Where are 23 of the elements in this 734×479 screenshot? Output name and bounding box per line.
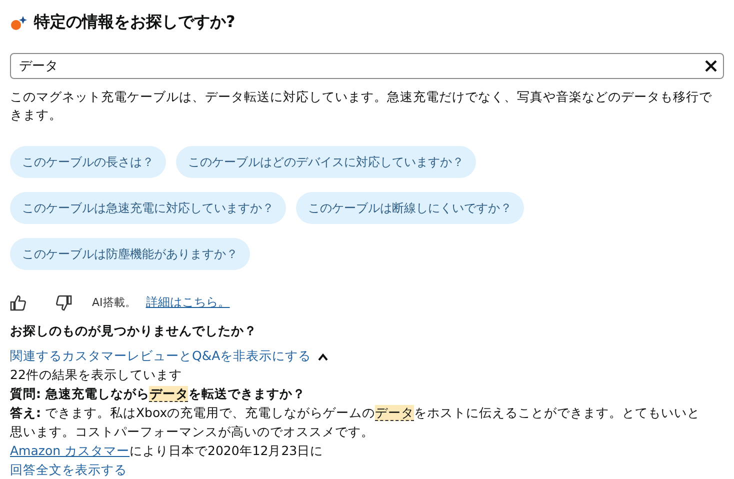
not-found-heading: お探しのものが見つかりませんでしたか？ [10, 323, 258, 340]
thumbs-up-icon[interactable] [10, 294, 26, 310]
sparkle-icon [10, 14, 28, 30]
thumbs-down-icon[interactable] [56, 294, 72, 310]
hide-related-link[interactable]: 関連するカスタマーレビューとQ&Aを非表示にする [10, 348, 312, 365]
ai-answer: このマグネット充電ケーブルは、データ転送に対応しています。急速充電だけでなく、写真や音楽などのデータも移行できます。 [10, 88, 713, 124]
show-full-answer-link[interactable]: 回答全文を表示する [10, 460, 724, 479]
section-heading: 特定の情報をお探しですか? [34, 12, 236, 33]
suggestion-chip[interactable]: このケーブルは断線しにくいですか？ [296, 192, 524, 224]
suggestion-chip[interactable]: このケーブルの長さは？ [10, 146, 166, 178]
search-field[interactable]: データ [10, 53, 724, 79]
details-link[interactable]: 詳細はこちら。 [146, 294, 230, 311]
suggestion-chip[interactable]: このケーブルは防塵機能がありますか？ [10, 238, 250, 270]
suggestion-chip[interactable]: このケーブルは急速充電に対応していますか？ [10, 192, 286, 224]
close-icon[interactable] [705, 60, 717, 72]
answer-text: 答え: できます。私はXboxの充電用で、充電しながらゲームのデータ をホストに伝えることができます。とてもいいと思います。コストパーフォーマンスが高いのでオススメです。 [10, 404, 702, 441]
result-count: 22件の結果を表示しています [10, 366, 183, 384]
answer-byline: Amazon カスタマーにより日本で2020年12月23日に [10, 442, 324, 460]
ai-note: AI搭載。 [92, 295, 136, 310]
suggestion-chip[interactable]: このケーブルはどのデバイスに対応していますか？ [176, 146, 476, 178]
question-text: 質問: 急速充電しながらデータ を転送できますか？ [10, 385, 306, 403]
author-link[interactable]: Amazon カスタマー [10, 443, 130, 458]
chevron-icon[interactable] [317, 352, 330, 360]
